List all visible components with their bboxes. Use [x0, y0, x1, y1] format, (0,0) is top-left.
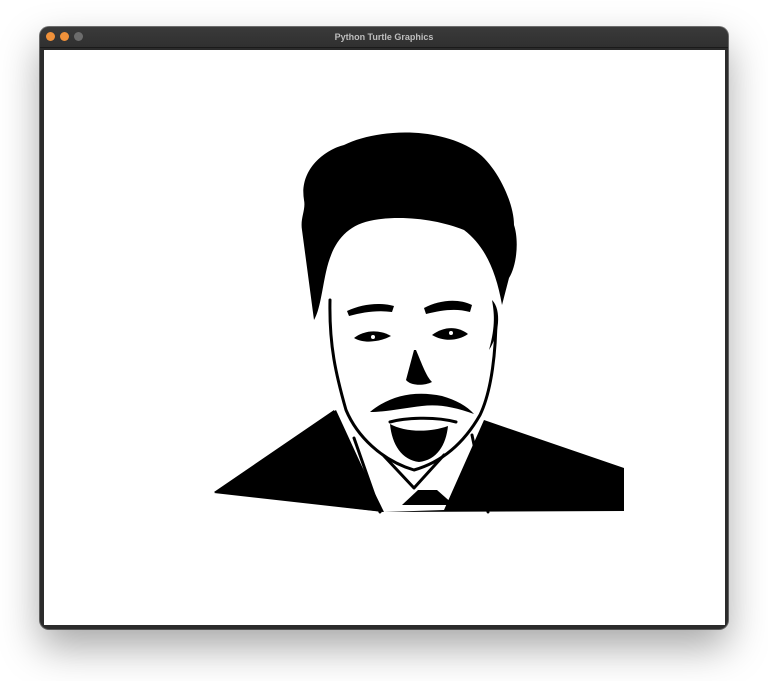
mouth-line — [388, 416, 458, 424]
mustache — [370, 393, 474, 414]
portrait-drawing — [214, 132, 624, 514]
hair — [301, 132, 517, 320]
suit-left — [214, 410, 383, 512]
eyebrow-left — [347, 303, 394, 316]
eye-right-highlight — [449, 331, 453, 335]
turtle-window: Python Turtle Graphics — [40, 27, 728, 629]
goatee — [390, 424, 448, 462]
title-bar[interactable]: Python Turtle Graphics — [40, 27, 728, 48]
window-title: Python Turtle Graphics — [334, 32, 434, 42]
tie — [402, 490, 454, 505]
nose — [406, 350, 432, 385]
eye-left-highlight — [371, 335, 375, 339]
turtle-canvas[interactable] — [44, 50, 725, 625]
eyebrow-right — [424, 300, 472, 314]
